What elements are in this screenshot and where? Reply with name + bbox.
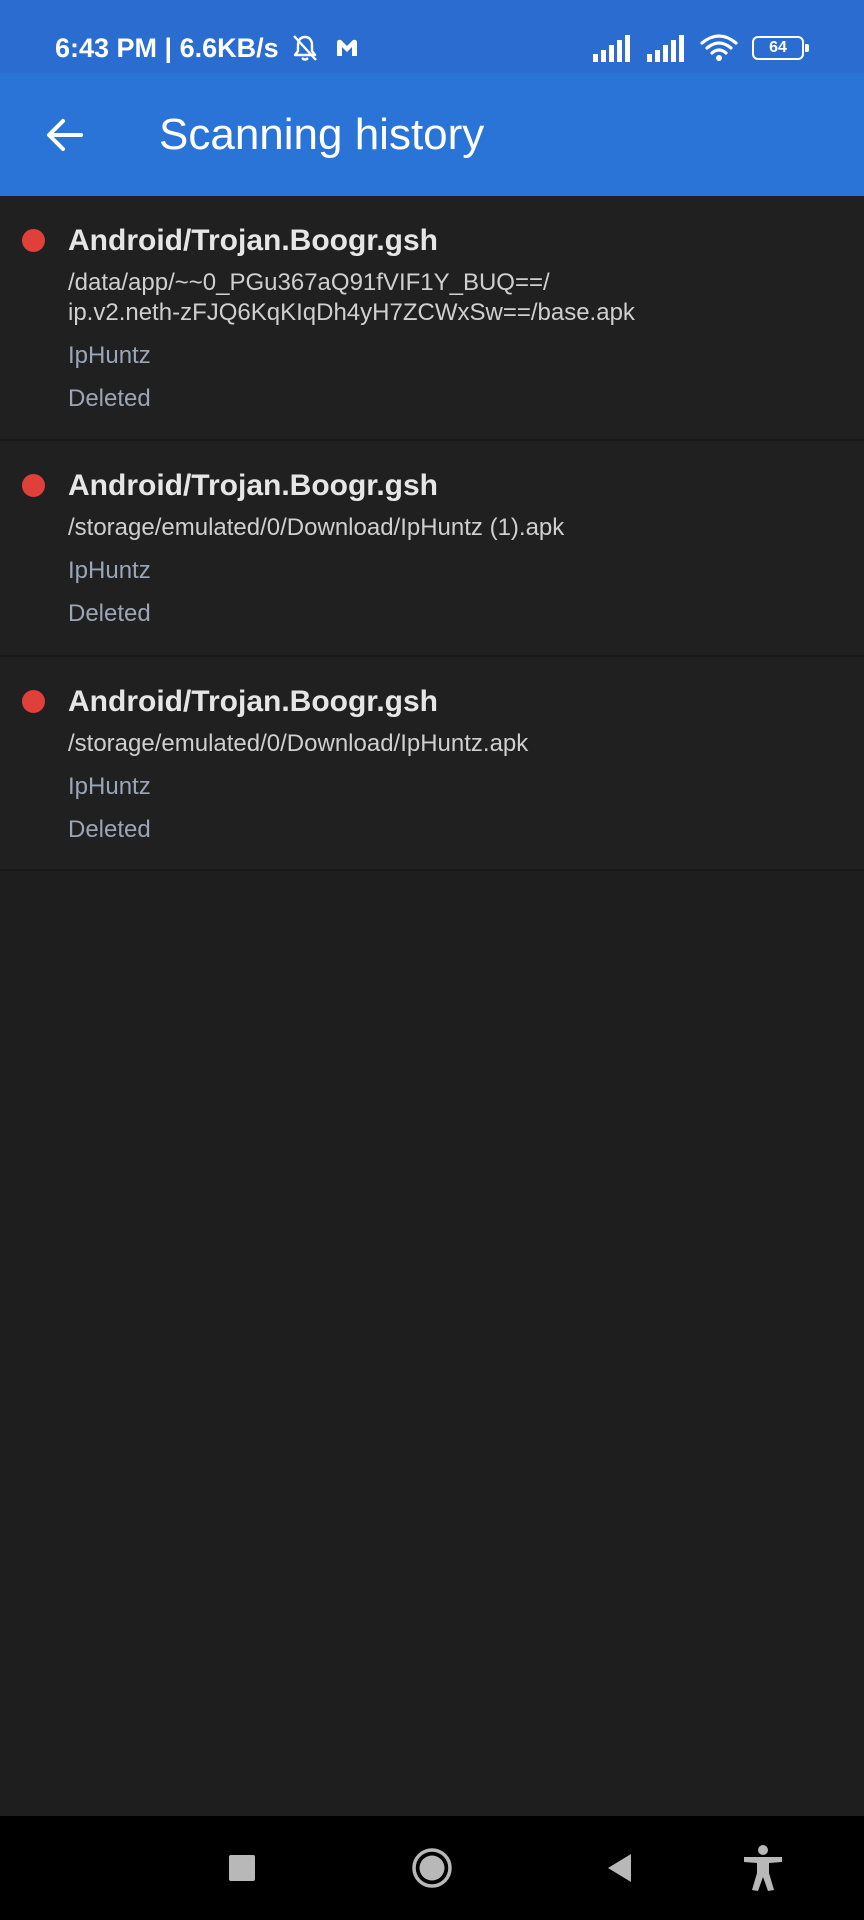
nav-back-button[interactable] xyxy=(594,1842,646,1894)
threat-name: Android/Trojan.Boogr.gsh xyxy=(68,469,438,502)
history-item[interactable]: Android/Trojan.Boogr.gsh /storage/emulat… xyxy=(0,441,864,657)
home-button[interactable] xyxy=(406,1842,458,1894)
status-left: 6:43 PM | 6.6KB/s xyxy=(55,30,363,66)
arrow-left-icon xyxy=(47,119,83,151)
back-triangle-icon xyxy=(608,1854,631,1882)
file-path: /storage/emulated/0/Download/IpHuntz.apk xyxy=(68,730,529,757)
battery-icon: 64 xyxy=(752,36,809,60)
threat-name: Android/Trojan.Boogr.gsh xyxy=(68,224,438,257)
threat-indicator-dot xyxy=(22,229,45,252)
recents-square-icon xyxy=(229,1855,255,1881)
threat-indicator-dot xyxy=(22,690,45,713)
system-nav-bar xyxy=(0,1816,864,1920)
threat-status: Deleted xyxy=(68,816,151,843)
recents-button[interactable] xyxy=(216,1842,268,1894)
wifi-icon xyxy=(700,33,738,63)
app-name: IpHuntz xyxy=(68,342,151,369)
history-item[interactable]: Android/Trojan.Boogr.gsh /data/app/~~0_P… xyxy=(0,196,864,441)
back-button[interactable] xyxy=(30,100,100,170)
status-right: 64 xyxy=(592,30,809,66)
status-time: 6:43 PM xyxy=(55,33,158,63)
page-title: Scanning history xyxy=(159,110,485,159)
threat-status: Deleted xyxy=(68,385,151,412)
history-list: Android/Trojan.Boogr.gsh /data/app/~~0_P… xyxy=(0,196,864,871)
file-path: /storage/emulated/0/Download/IpHuntz (1)… xyxy=(68,514,565,541)
status-separator: | xyxy=(157,33,180,63)
battery-level: 64 xyxy=(769,39,787,56)
status-bar: 6:43 PM | 6.6KB/s 64 xyxy=(0,0,864,73)
malwarebytes-icon xyxy=(331,32,363,64)
app-name: IpHuntz xyxy=(68,773,151,800)
threat-status: Deleted xyxy=(68,600,151,627)
signal-icon xyxy=(592,34,632,62)
accessibility-icon xyxy=(744,1845,782,1891)
threat-name: Android/Trojan.Boogr.gsh xyxy=(68,685,438,718)
signal-icon xyxy=(646,34,686,62)
screen: 6:43 PM | 6.6KB/s 64 Scanning history An… xyxy=(0,0,864,1920)
app-name: IpHuntz xyxy=(68,557,151,584)
app-bar: Scanning history xyxy=(0,73,864,196)
accessibility-button[interactable] xyxy=(737,1842,789,1894)
bell-off-icon xyxy=(289,32,321,64)
history-item[interactable]: Android/Trojan.Boogr.gsh /storage/emulat… xyxy=(0,657,864,871)
home-circle-icon xyxy=(412,1848,452,1888)
status-net-speed: 6.6KB/s xyxy=(179,33,279,63)
file-path: /data/app/~~0_PGu367aQ91fVIF1Y_BUQ==/ ip… xyxy=(68,269,635,326)
threat-indicator-dot xyxy=(22,474,45,497)
